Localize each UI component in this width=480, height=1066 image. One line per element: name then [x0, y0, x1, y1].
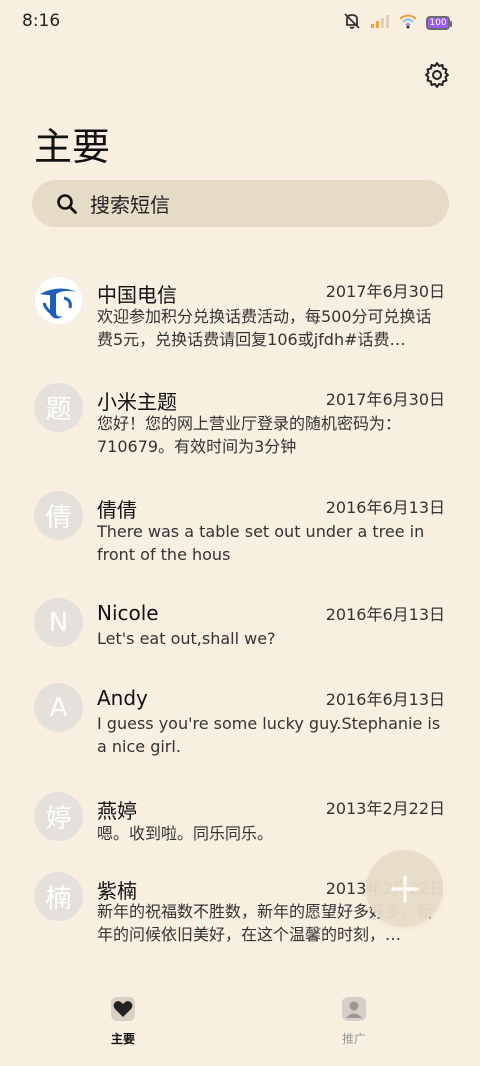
message-preview: 嗯。收到啦。同乐同乐。 — [97, 824, 274, 843]
message-item[interactable]: 倩 倩倩 2016年6月13日 There was a table set ou… — [0, 476, 480, 584]
new-message-button[interactable] — [366, 850, 443, 927]
battery-icon: 100 — [426, 16, 452, 30]
message-preview: 您好！您的网上营业厅登录的随机密码为：710679。有效时间为3分钟 — [97, 414, 402, 456]
sender-name: 倩倩 — [97, 498, 137, 522]
status-bar: 8:16 100 — [0, 0, 480, 44]
gear-icon — [425, 62, 449, 88]
heart-icon — [111, 997, 135, 1021]
search-icon — [57, 193, 77, 214]
bottom-nav: 主要 推广 — [0, 990, 480, 1066]
tab-main-label: 主要 — [110, 1032, 135, 1046]
tab-promotion-label: 推广 — [341, 1032, 366, 1046]
avatar: A — [34, 683, 83, 732]
avatar: 婷 — [34, 792, 83, 841]
avatar: 楠 — [34, 872, 83, 921]
avatar: N — [34, 598, 83, 647]
sender-name: 小米主题 — [97, 390, 177, 414]
avatar: 题 — [34, 383, 83, 432]
avatar — [34, 276, 83, 325]
sender-name: 燕婷 — [97, 799, 137, 823]
page-title: 主要 — [34, 125, 111, 169]
message-preview: Let's eat out,shall we? — [97, 629, 276, 648]
message-date: 2017年6月30日 — [325, 282, 445, 301]
sender-name: 中国电信 — [97, 283, 177, 307]
message-date: 2016年6月13日 — [325, 690, 445, 709]
plus-icon — [390, 874, 419, 903]
sender-name: Nicole — [97, 601, 159, 625]
avatar: 倩 — [34, 491, 83, 540]
status-time: 8:16 — [22, 11, 61, 31]
message-date: 2016年6月13日 — [325, 498, 445, 517]
tab-main[interactable]: 主要 — [93, 996, 153, 1047]
signal-icon — [370, 13, 390, 33]
tab-promotion[interactable]: 推广 — [324, 996, 384, 1047]
search-placeholder: 搜索短信 — [90, 193, 170, 217]
message-date: 2013年2月22日 — [325, 799, 445, 818]
search-bar[interactable]: 搜索短信 — [32, 180, 449, 227]
china-telecom-logo-icon — [34, 276, 83, 325]
message-preview: 欢迎参加积分兑换话费活动，每500分可兑换话费5元，兑换话费请回复106或jfd… — [97, 307, 432, 349]
message-item[interactable]: 婷 燕婷 2013年2月22日 嗯。收到啦。同乐同乐。 — [0, 776, 480, 860]
message-item[interactable]: 题 小米主题 2017年6月30日 您好！您的网上营业厅登录的随机密码为：710… — [0, 366, 480, 476]
message-date: 2016年6月13日 — [325, 605, 445, 624]
mute-icon — [342, 12, 362, 34]
message-preview: There was a table set out under a tree i… — [97, 522, 425, 564]
message-preview: I guess you're some lucky guy.Stephanie … — [97, 714, 441, 756]
wifi-icon — [398, 13, 418, 33]
person-icon — [342, 997, 366, 1021]
settings-button[interactable] — [422, 60, 452, 90]
status-icons: 100 — [342, 12, 452, 34]
message-item[interactable]: A Andy 2016年6月13日 I guess you're some lu… — [0, 670, 480, 776]
message-item[interactable]: N Nicole 2016年6月13日 Let's eat out,shall … — [0, 584, 480, 670]
message-date: 2017年6月30日 — [325, 390, 445, 409]
sender-name: Andy — [97, 686, 148, 710]
message-item[interactable]: 中国电信 2017年6月30日 欢迎参加积分兑换话费活动，每500分可兑换话费5… — [0, 266, 480, 366]
